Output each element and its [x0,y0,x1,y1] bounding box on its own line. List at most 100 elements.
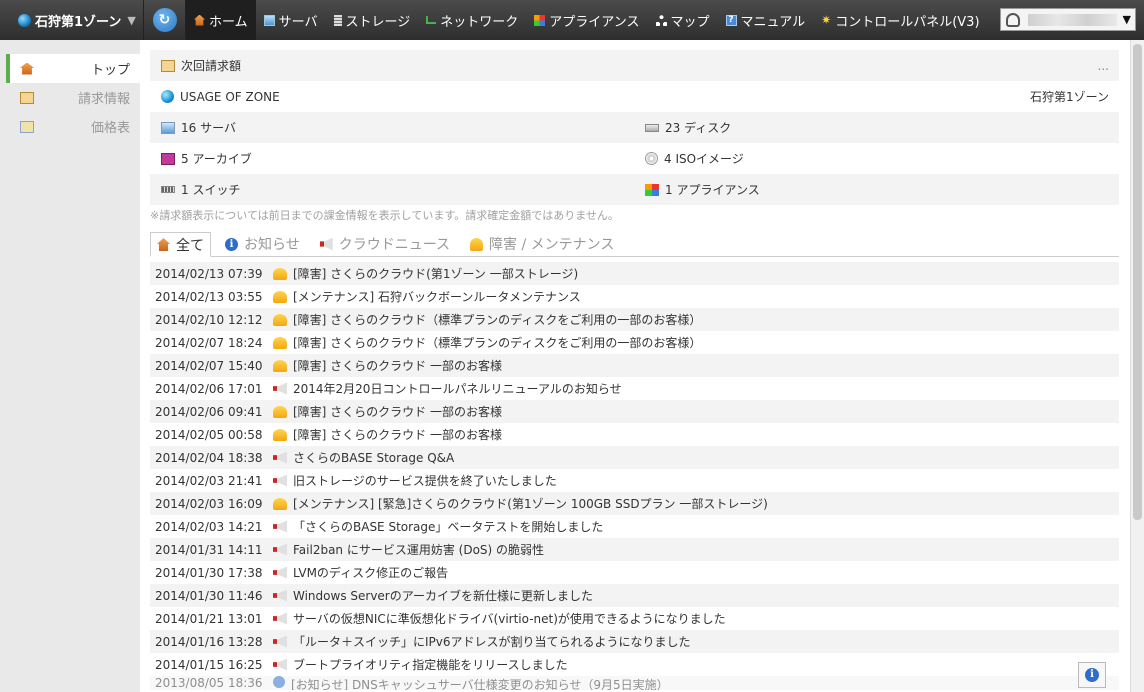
news-title-link[interactable]: [障害] さくらのクラウド（標準プランのディスクをご利用の一部のお客様） [293,334,701,351]
news-row[interactable]: 2014/02/05 00:58 [障害] さくらのクラウド 一部のお客様 [150,423,1119,446]
news-row[interactable]: 2014/02/13 03:55 [メンテナンス] 石狩バックボーンルータメンテナ… [150,285,1119,308]
news-title-link[interactable]: [メンテナンス] [緊急]さくらのクラウド(第1ゾーン 100GB SSDプラン… [293,495,768,512]
news-row[interactable]: 2014/02/03 16:09 [メンテナンス] [緊急]さくらのクラウド(第1… [150,492,1119,515]
nav-server-label: サーバ [278,14,318,30]
user-menu[interactable]: ▼ [1000,8,1136,31]
news-title-link[interactable]: 旧ストレージのサービス提供を終了いたしました [293,472,557,489]
tab-all[interactable]: 全て [150,232,211,257]
news-title-link[interactable]: Windows Serverのアーカイブを新仕様に更新しました [293,587,593,604]
news-date: 2014/02/07 15:40 [155,358,263,373]
nav-storage[interactable]: ストレージ [326,0,419,40]
help-button[interactable]: i [1078,662,1106,688]
news-row[interactable]: 2014/01/21 13:01 サーバの仮想NICに準仮想化ドライバ(virti… [150,607,1119,630]
nav-manual-label: マニュアル [740,14,806,30]
news-title-link[interactable]: [障害] さくらのクラウド 一部のお客様 [293,426,502,443]
scrollbar[interactable] [1130,40,1144,692]
refresh-button[interactable]: ↻ [144,0,186,40]
news-tabs: 全て i お知らせ クラウドニュース 障害 / メンテナンス [150,232,1119,257]
news-row[interactable]: 2014/01/16 13:28 「ルータ＋スイッチ」にIPv6アドレスが割り当て… [150,630,1119,653]
server-icon [161,121,175,134]
hard-hat-icon [470,237,484,251]
archive-count[interactable]: 5 アーカイブ [150,150,634,167]
news-title-link[interactable]: ブートプライオリティ指定機能をリリースしました [293,656,568,673]
tab-faults-maintenance[interactable]: 障害 / メンテナンス [464,232,620,256]
news-title-link[interactable]: Fail2ban にサービス運用妨害 (DoS) の脆弱性 [293,541,544,558]
news-title-link[interactable]: 「ルータ＋スイッチ」にIPv6アドレスが割り当てられるようになりました [293,633,691,650]
news-title-link[interactable]: [障害] さくらのクラウド 一部のお客様 [293,403,502,420]
news-row[interactable]: 2014/02/06 09:41 [障害] さくらのクラウド 一部のお客様 [150,400,1119,423]
server-count[interactable]: 16 サーバ [150,119,634,136]
sidebar-item-price-list[interactable]: 価格表 [6,112,140,141]
hard-hat-icon [273,497,287,510]
news-title-link[interactable]: [障害] さくらのクラウド(第1ゾーン 一部ストレージ) [293,265,578,282]
nav-server[interactable]: サーバ [256,0,326,40]
news-date: 2014/02/03 14:21 [155,519,263,534]
news-title-link[interactable]: [障害] さくらのクラウド 一部のお客様 [293,357,502,374]
next-bill-value: ... [1097,58,1109,73]
iso-count[interactable]: 4 ISOイメージ [634,150,1118,167]
megaphone-icon [273,474,287,487]
news-row[interactable]: 2014/01/31 14:11 Fail2ban にサービス運用妨害 (DoS)… [150,538,1119,561]
disk-count-label: 23 ディスク [665,121,732,135]
nav-home[interactable]: ホーム [186,0,256,40]
news-row[interactable]: 2014/01/30 17:38 LVMのディスク修正のご報告 [150,561,1119,584]
news-row[interactable]: 2014/02/13 07:39 [障害] さくらのクラウド(第1ゾーン 一部スト… [150,262,1119,285]
price-list-icon [20,120,34,133]
megaphone-icon [273,635,287,648]
appliance-count[interactable]: 1 アプライアンス [634,181,1118,198]
news-row[interactable]: 2014/02/07 15:40 [障害] さくらのクラウド 一部のお客様 [150,354,1119,377]
sidebar-item-top[interactable]: トップ [6,54,140,83]
nav-network[interactable]: ネットワーク [418,0,526,40]
home-icon [20,62,34,75]
zone-selector[interactable]: 石狩第1ゾーン ▼ [0,0,144,40]
news-list: 2014/02/13 07:39 [障害] さくらのクラウド(第1ゾーン 一部スト… [150,262,1119,690]
news-row[interactable]: 2014/02/04 18:38 さくらのBASE Storage Q&A [150,446,1119,469]
news-row[interactable]: 2014/02/03 21:41 旧ストレージのサービス提供を終了いたしました [150,469,1119,492]
sidebar-item-billing[interactable]: 請求情報 [6,83,140,112]
news-date: 2014/01/30 17:38 [155,565,263,580]
tab-cloud-news[interactable]: クラウドニュース [314,232,456,256]
tab-label: 障害 / メンテナンス [489,237,615,253]
info-icon: i [1085,668,1099,682]
news-date: 2013/08/05 18:36 [155,676,263,690]
hard-hat-icon [273,405,287,418]
nav-map[interactable]: マップ [648,0,718,40]
disk-count[interactable]: 23 ディスク [634,119,1118,136]
zone-label: 石狩第1ゾーン [35,14,122,30]
switch-count[interactable]: 1 スイッチ [150,181,634,198]
user-name-redacted [1028,13,1117,26]
news-title-link[interactable]: LVMのディスク修正のご報告 [293,564,448,581]
chevron-down-icon: ▼ [1122,13,1131,26]
news-row[interactable]: 2014/02/03 14:21 「さくらのBASE Storage」ベータテスト… [150,515,1119,538]
news-title-link[interactable]: サーバの仮想NICに準仮想化ドライバ(virtio-net)が使用できるようにな… [293,610,726,627]
news-row[interactable]: 2014/02/06 17:01 2014年2月20日コントロールパネルリニューア… [150,377,1119,400]
appliance-icon [534,14,546,26]
sun-icon: ✷ [821,13,832,27]
megaphone-icon [273,543,287,556]
archive-icon [161,152,175,165]
scrollbar-thumb[interactable] [1133,44,1142,520]
nav-appliance-label: アプライアンス [549,14,640,30]
storage-icon [333,14,342,26]
news-title-link[interactable]: [お知らせ] DNSキャッシュサーバ仕様変更のお知らせ（9月5日実施） [291,676,669,690]
news-title-link[interactable]: さくらのBASE Storage Q&A [293,449,454,466]
nav-control-panel[interactable]: ✷ コントロールパネル(V3) [813,0,987,40]
news-row[interactable]: 2014/02/07 18:24 [障害] さくらのクラウド（標準プランのディスク… [150,331,1119,354]
nav-manual[interactable]: ? マニュアル [718,0,814,40]
news-row[interactable]: 2014/01/15 16:25 ブートプライオリティ指定機能をリリースしました [150,653,1119,676]
news-title-link[interactable]: [メンテナンス] 石狩バックボーンルータメンテナンス [293,288,581,305]
news-row[interactable]: 2013/08/05 18:36 [お知らせ] DNSキャッシュサーバ仕様変更のお… [150,676,1119,690]
news-row[interactable]: 2014/02/10 12:12 [障害] さくらのクラウド（標準プランのディスク… [150,308,1119,331]
news-date: 2014/02/07 18:24 [155,335,263,350]
nav-map-label: マップ [670,14,710,30]
news-title-link[interactable]: 「さくらのBASE Storage」ベータテストを開始しました [293,518,603,535]
nav-appliance[interactable]: アプライアンス [526,0,647,40]
news-row[interactable]: 2014/01/30 11:46 Windows Serverのアーカイブを新仕様… [150,584,1119,607]
home-icon [157,238,170,251]
news-title-link[interactable]: [障害] さくらのクラウド（標準プランのディスクをご利用の一部のお客様） [293,311,701,328]
news-date: 2014/02/04 18:38 [155,450,263,465]
news-title-link[interactable]: 2014年2月20日コントロールパネルリニューアルのお知らせ [293,380,622,397]
news-date: 2014/02/10 12:12 [155,312,263,327]
megaphone-icon [273,520,287,533]
tab-announcements[interactable]: i お知らせ [219,232,306,256]
